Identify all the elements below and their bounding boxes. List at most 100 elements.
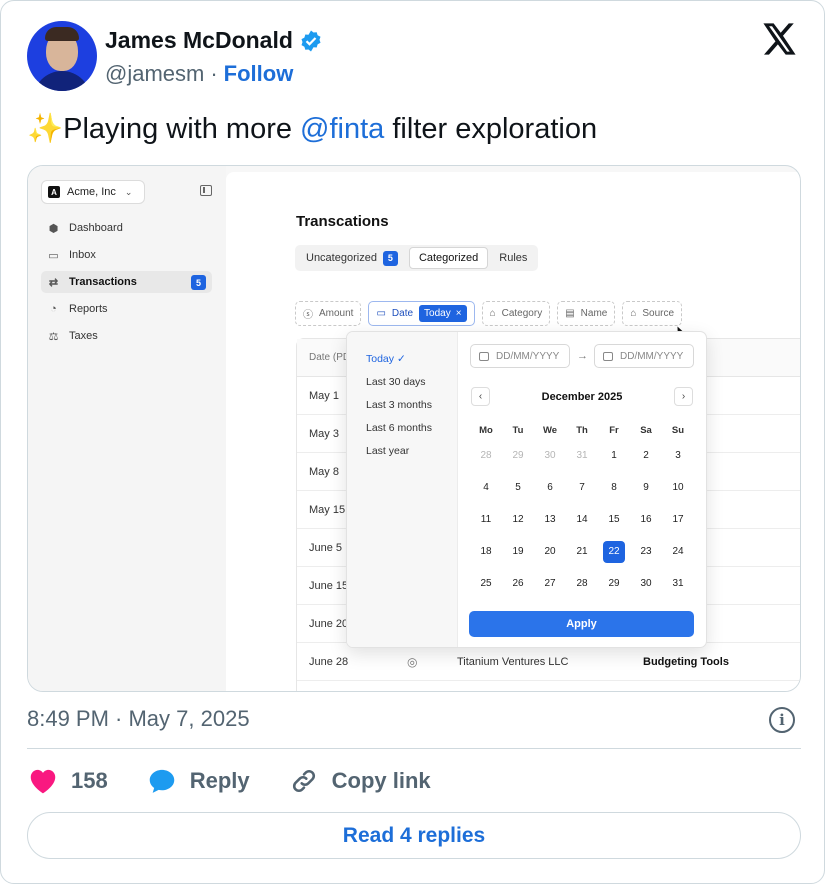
filter-date[interactable]: ▭ Date Today × [368, 301, 475, 326]
next-month-button[interactable]: › [674, 387, 693, 406]
sidebar-item-label: Reports [69, 303, 108, 315]
calendar-day[interactable]: 20 [539, 541, 561, 563]
clear-filter-icon[interactable]: × [456, 308, 462, 319]
start-date-input[interactable]: DD/MM/YYYY [470, 344, 570, 368]
calendar-day[interactable]: 28 [475, 445, 497, 467]
calendar-day[interactable]: 10 [667, 477, 689, 499]
preset-last-6-months[interactable]: Last 6 months [366, 422, 432, 434]
calendar-day[interactable]: 11 [475, 509, 497, 531]
dollar-circle-icon: ⓢ [303, 310, 313, 321]
sidebar-toggle-icon[interactable] [200, 185, 212, 196]
calendar-icon [603, 351, 613, 361]
follow-button[interactable]: Follow [224, 61, 294, 87]
sidebar-item-label: Dashboard [69, 222, 123, 234]
calendar-day[interactable]: 21 [571, 541, 593, 563]
tweet-text-end: filter exploration [384, 113, 598, 145]
date-picker-popover: Today ✓ Last 30 days Last 3 months Last … [346, 331, 707, 648]
scales-icon: ⚖ [48, 330, 59, 343]
calendar-day[interactable]: 4 [475, 477, 497, 499]
heart-icon [30, 769, 56, 794]
filter-name[interactable]: ▤ Name [557, 301, 616, 326]
calendar-day[interactable]: 9 [635, 477, 657, 499]
calendar-day[interactable]: 17 [667, 509, 689, 531]
view-tabs: Uncategorized 5 Categorized Rules [295, 245, 539, 271]
preset-last-3-months[interactable]: Last 3 months [366, 399, 432, 411]
filter-amount[interactable]: ⓢ Amount [295, 301, 362, 326]
apply-button[interactable]: Apply [469, 611, 694, 637]
pie-chart-icon: ◔ [50, 303, 57, 315]
tweet-text: ✨Playing with more @finta filter explora… [27, 109, 597, 149]
calendar-day[interactable]: 12 [507, 509, 529, 531]
table-row[interactable]: June 28 ◎ Titanium Ventures LLC Budgetin… [297, 643, 800, 681]
calendar-day[interactable]: 30 [539, 445, 561, 467]
calendar-day[interactable]: 15 [603, 509, 625, 531]
calendar-day[interactable]: 31 [667, 573, 689, 595]
separator-dot: · [210, 61, 218, 86]
tab-rules[interactable]: Rules [490, 247, 536, 269]
x-logo-icon[interactable] [763, 23, 797, 55]
sidebar-item-label: Inbox [69, 249, 96, 261]
sidebar-item-inbox[interactable]: ▭ Inbox [41, 244, 212, 266]
calendar-day[interactable]: 6 [539, 477, 561, 499]
filter-label: Source [642, 308, 675, 319]
org-name: Acme, Inc [67, 186, 116, 198]
calendar-day[interactable]: 28 [571, 573, 593, 595]
calendar-day[interactable]: 22 [603, 541, 625, 563]
calendar-day[interactable]: 8 [603, 477, 625, 499]
sidebar-item-transactions[interactable]: ⇄ Transactions 5 [41, 271, 212, 293]
calendar-day[interactable]: 29 [603, 573, 625, 595]
filter-source[interactable]: ⌂ Source [622, 301, 683, 326]
tweet-actions: 158 Reply Copy link [29, 767, 471, 795]
calendar-day[interactable]: 24 [667, 541, 689, 563]
calendar-day[interactable]: 23 [635, 541, 657, 563]
preset-last-year[interactable]: Last year [366, 445, 409, 457]
calendar-icon: ▭ [376, 308, 386, 319]
sidebar-item-reports[interactable]: ◔ Reports [41, 298, 212, 320]
org-switcher[interactable]: A Acme, Inc ⌄ [41, 180, 145, 204]
calendar-day[interactable]: 13 [539, 509, 561, 531]
calendar-day[interactable]: 29 [507, 445, 529, 467]
weekday-label: We [542, 425, 558, 436]
preset-today[interactable]: Today ✓ [366, 353, 406, 365]
sidebar-item-dashboard[interactable]: ⬢ Dashboard [41, 217, 212, 239]
divider [27, 748, 801, 749]
sidebar-item-label: Transactions [69, 276, 137, 288]
author-name[interactable]: James McDonald [105, 27, 293, 54]
date-filter-value[interactable]: Today × [419, 305, 467, 322]
calendar-day[interactable]: 18 [475, 541, 497, 563]
tweet-timestamp[interactable]: 8:49 PM · May 7, 2025 [27, 706, 250, 732]
weekday-label: Sa [640, 425, 652, 436]
calendar-day[interactable]: 16 [635, 509, 657, 531]
author-avatar[interactable] [27, 21, 97, 91]
calendar-day[interactable]: 30 [635, 573, 657, 595]
calendar-day[interactable]: 14 [571, 509, 593, 531]
tag-icon: ⌂ [489, 308, 496, 319]
copy-link-button[interactable]: Copy link [290, 767, 431, 795]
tab-uncategorized[interactable]: Uncategorized 5 [297, 247, 407, 269]
tab-categorized[interactable]: Categorized [408, 247, 489, 269]
calendar-day[interactable]: 26 [507, 573, 529, 595]
mention-link[interactable]: @finta [300, 113, 384, 145]
author-handle[interactable]: @jamesm [105, 61, 204, 87]
read-replies-button[interactable]: Read 4 replies [27, 812, 801, 859]
sidebar-item-taxes[interactable]: ⚖ Taxes [41, 325, 212, 347]
calendar-day[interactable]: 27 [539, 573, 561, 595]
calendar-day[interactable]: 31 [571, 445, 593, 467]
end-date-input[interactable]: DD/MM/YYYY [594, 344, 694, 368]
weekday-label: Th [576, 425, 588, 436]
date-filter-value-label: Today [424, 308, 451, 319]
filter-label: Date [391, 308, 414, 319]
reply-button[interactable]: Reply [148, 768, 250, 794]
calendar-day[interactable]: 19 [507, 541, 529, 563]
calendar-day[interactable]: 25 [475, 573, 497, 595]
info-icon[interactable]: i [769, 707, 795, 733]
calendar-day[interactable]: 5 [507, 477, 529, 499]
like-button[interactable]: 158 [29, 768, 108, 794]
preset-last-30-days[interactable]: Last 30 days [366, 376, 426, 388]
calendar-day[interactable]: 2 [635, 445, 657, 467]
calendar-day[interactable]: 7 [571, 477, 593, 499]
calendar-day[interactable]: 1 [603, 445, 625, 467]
filter-category[interactable]: ⌂ Category [481, 301, 551, 326]
calendar-day[interactable]: 3 [667, 445, 689, 467]
chevron-down-icon: ⌄ [124, 186, 133, 197]
